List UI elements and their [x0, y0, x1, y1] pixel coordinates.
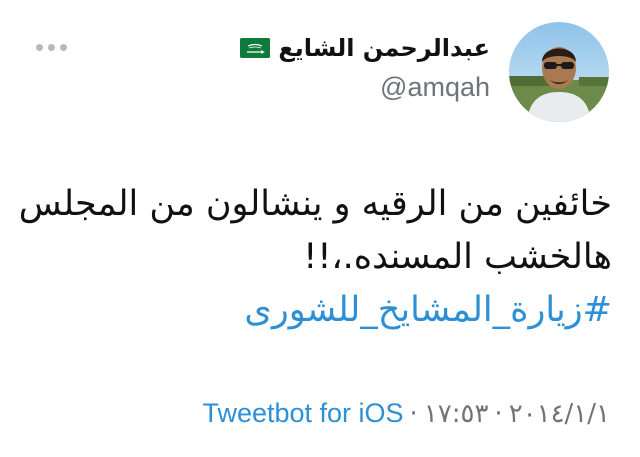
tweet-text-line: هالخشب المسنده.،!! — [303, 237, 612, 277]
more-dot — [48, 44, 55, 51]
meta-separator: · — [494, 398, 503, 429]
tweet-time: ١٧:٥٣ — [423, 398, 489, 429]
more-dot — [60, 44, 67, 51]
author-display-name[interactable]: عبدالرحمن الشايع — [278, 34, 490, 62]
tweet-meta: ٢٠١٤/١/١ · ١٧:٥٣ · Tweetbot for iOS — [202, 398, 610, 429]
tweet-source-link[interactable]: Tweetbot for iOS — [202, 398, 403, 429]
more-dot — [36, 44, 43, 51]
tweet-date: ٢٠١٤/١/١ — [508, 398, 610, 429]
more-options-icon[interactable] — [34, 40, 69, 55]
avatar-photo — [509, 22, 609, 122]
author-name-row: عبدالرحمن الشايع — [240, 34, 490, 62]
tweet-text: خائفين من الرقيه و ينشالون من المجلس هال… — [18, 178, 612, 337]
saudi-flag-icon — [240, 38, 271, 58]
hashtag-link[interactable]: #زيارة_المشايخ_للشورى — [22, 284, 612, 337]
avatar[interactable] — [509, 22, 609, 122]
author-handle[interactable]: @amqah — [380, 72, 490, 103]
tweet-text-line: خائفين من الرقيه و ينشالون من المجلس — [18, 184, 612, 224]
tweet-card: عبدالرحمن الشايع @amqah خائفين من الرقيه… — [0, 0, 640, 457]
meta-separator: · — [409, 398, 418, 429]
